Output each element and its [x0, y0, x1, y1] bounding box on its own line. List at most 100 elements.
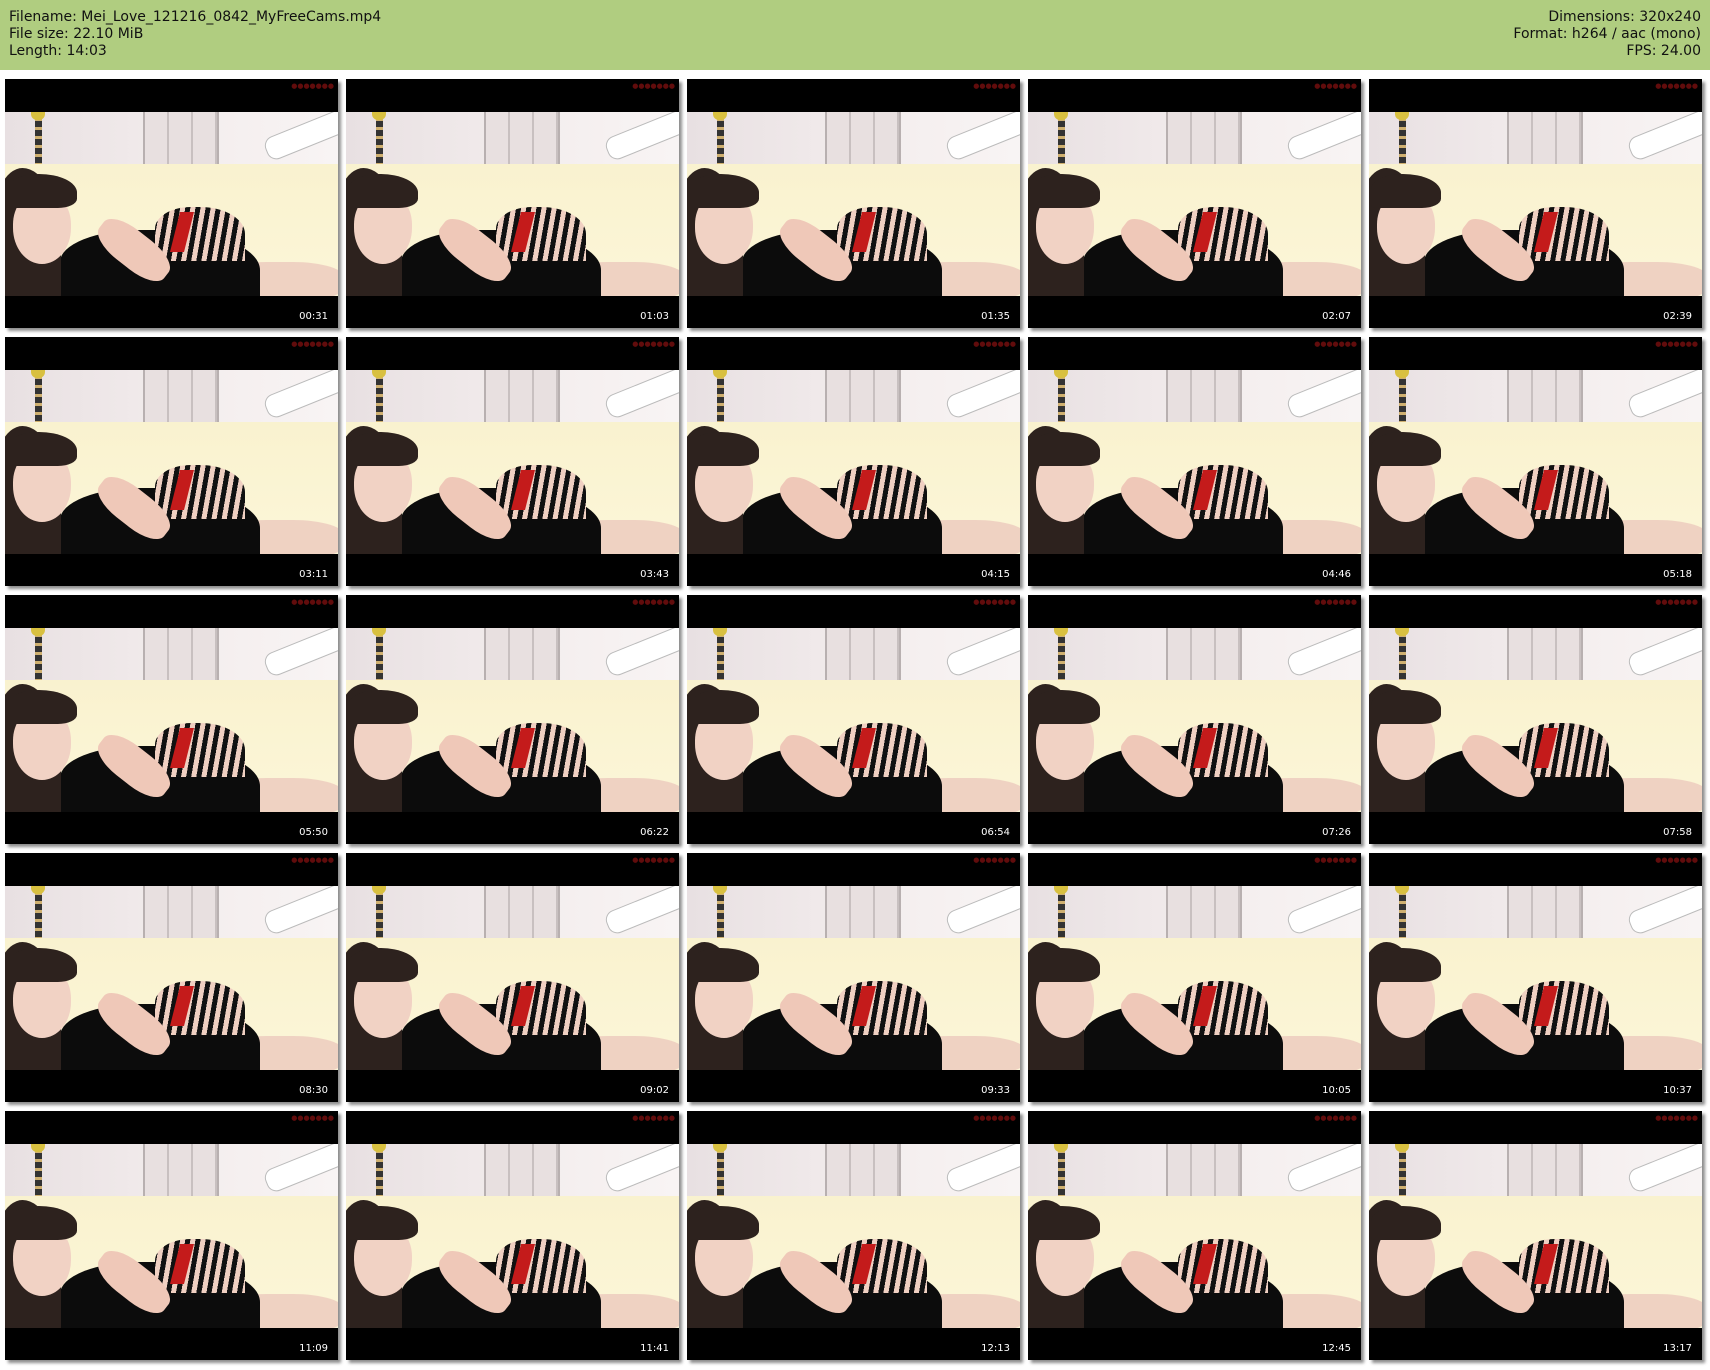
video-thumbnail[interactable]: ●●●●●●● 01:35	[687, 79, 1020, 328]
video-thumbnail[interactable]: ●●●●●●● 10:05	[1028, 853, 1361, 1102]
frame-shelf	[825, 370, 901, 430]
video-frame	[687, 370, 1020, 554]
video-thumbnail[interactable]: ●●●●●●● 06:22	[346, 595, 679, 844]
frame-pole	[717, 886, 724, 946]
frame-figure-fringe	[348, 174, 418, 208]
frame-figure-straps	[1178, 465, 1268, 519]
frame-figure-straps	[155, 981, 245, 1035]
metadata-header: Filename: Mei_Love_121216_0842_MyFreeCam…	[0, 0, 1710, 70]
video-frame	[687, 886, 1020, 1070]
thumbnail-timestamp: 12:45	[1322, 1343, 1351, 1354]
frame-pole	[1058, 370, 1065, 430]
frame-figure-straps	[496, 465, 586, 519]
video-thumbnail[interactable]: ●●●●●●● 12:45	[1028, 1111, 1361, 1360]
video-thumbnail[interactable]: ●●●●●●● 07:26	[1028, 595, 1361, 844]
thumbnail-timestamp: 11:41	[640, 1343, 669, 1354]
frame-figure-fringe	[7, 690, 77, 724]
frame-shelf	[1507, 112, 1583, 172]
video-thumbnail[interactable]: ●●●●●●● 02:07	[1028, 79, 1361, 328]
video-thumbnail[interactable]: ●●●●●●● 11:09	[5, 1111, 338, 1360]
fps-line: FPS: 24.00	[1626, 43, 1701, 59]
filename-line: Filename: Mei_Love_121216_0842_MyFreeCam…	[9, 9, 382, 25]
watermark-logo: ●●●●●●●	[973, 598, 1016, 606]
thumbnail-timestamp: 01:35	[981, 311, 1010, 322]
video-thumbnail[interactable]: ●●●●●●● 09:33	[687, 853, 1020, 1102]
video-thumbnail[interactable]: ●●●●●●● 06:54	[687, 595, 1020, 844]
frame-figure-fringe	[689, 432, 759, 466]
video-thumbnail[interactable]: ●●●●●●● 10:37	[1369, 853, 1702, 1102]
frame-figure-fringe	[7, 432, 77, 466]
thumbnail-timestamp: 06:54	[981, 827, 1010, 838]
watermark-logo: ●●●●●●●	[973, 856, 1016, 864]
frame-pole	[1058, 1144, 1065, 1204]
video-thumbnail[interactable]: ●●●●●●● 04:15	[687, 337, 1020, 586]
frame-figure-straps	[496, 723, 586, 777]
video-frame	[346, 112, 679, 296]
frame-pole	[1399, 1144, 1406, 1204]
frame-figure-straps	[496, 981, 586, 1035]
video-thumbnail[interactable]: ●●●●●●● 04:46	[1028, 337, 1361, 586]
video-thumbnail[interactable]: ●●●●●●● 07:58	[1369, 595, 1702, 844]
frame-pole	[717, 1144, 724, 1204]
video-thumbnail[interactable]: ●●●●●●● 00:31	[5, 79, 338, 328]
thumbnail-timestamp: 10:05	[1322, 1085, 1351, 1096]
video-frame	[1369, 370, 1702, 554]
video-thumbnail[interactable]: ●●●●●●● 12:13	[687, 1111, 1020, 1360]
frame-pole	[717, 628, 724, 688]
video-frame	[687, 112, 1020, 296]
video-thumbnail[interactable]: ●●●●●●● 08:30	[5, 853, 338, 1102]
video-thumbnail[interactable]: ●●●●●●● 03:43	[346, 337, 679, 586]
frame-shelf	[1507, 1144, 1583, 1204]
frame-pole	[1058, 886, 1065, 946]
frame-pole	[376, 370, 383, 430]
format-line: Format: h264 / aac (mono)	[1513, 26, 1701, 42]
video-thumbnail[interactable]: ●●●●●●● 01:03	[346, 79, 679, 328]
video-frame	[5, 628, 338, 812]
watermark-logo: ●●●●●●●	[291, 82, 334, 90]
frame-shelf	[1166, 628, 1242, 688]
thumbnail-timestamp: 13:17	[1663, 1343, 1692, 1354]
frame-pole	[376, 1144, 383, 1204]
video-thumbnail[interactable]: ●●●●●●● 05:18	[1369, 337, 1702, 586]
frame-pole	[376, 112, 383, 172]
frame-figure-straps	[837, 1239, 927, 1293]
frame-figure-fringe	[1371, 1206, 1441, 1240]
frame-shelf	[484, 112, 560, 172]
watermark-logo: ●●●●●●●	[1314, 340, 1357, 348]
video-frame	[346, 628, 679, 812]
file-size-line: File size: 22.10 MiB	[9, 26, 144, 42]
frame-figure-straps	[1519, 723, 1609, 777]
frame-figure-fringe	[1371, 948, 1441, 982]
video-thumbnail[interactable]: ●●●●●●● 09:02	[346, 853, 679, 1102]
frame-shelf	[825, 628, 901, 688]
frame-figure-straps	[496, 1239, 586, 1293]
video-frame	[1028, 628, 1361, 812]
video-frame	[346, 1144, 679, 1328]
video-frame	[1369, 628, 1702, 812]
thumbnail-timestamp: 05:50	[299, 827, 328, 838]
watermark-logo: ●●●●●●●	[632, 340, 675, 348]
frame-shelf	[825, 1144, 901, 1204]
watermark-logo: ●●●●●●●	[632, 82, 675, 90]
watermark-logo: ●●●●●●●	[1314, 856, 1357, 864]
video-thumbnail[interactable]: ●●●●●●● 05:50	[5, 595, 338, 844]
frame-figure-straps	[496, 207, 586, 261]
video-frame	[1369, 1144, 1702, 1328]
video-frame	[1028, 370, 1361, 554]
frame-pole	[35, 886, 42, 946]
video-frame	[5, 112, 338, 296]
frame-pole	[35, 628, 42, 688]
watermark-logo: ●●●●●●●	[1655, 340, 1698, 348]
video-thumbnail[interactable]: ●●●●●●● 11:41	[346, 1111, 679, 1360]
video-thumbnail[interactable]: ●●●●●●● 02:39	[1369, 79, 1702, 328]
frame-figure-fringe	[7, 174, 77, 208]
frame-shelf	[825, 886, 901, 946]
video-thumbnail[interactable]: ●●●●●●● 13:17	[1369, 1111, 1702, 1360]
thumbnail-timestamp: 04:15	[981, 569, 1010, 580]
watermark-logo: ●●●●●●●	[1655, 856, 1698, 864]
frame-shelf	[143, 112, 219, 172]
thumbnail-timestamp: 05:18	[1663, 569, 1692, 580]
frame-figure-fringe	[689, 174, 759, 208]
thumbnail-timestamp: 03:43	[640, 569, 669, 580]
video-thumbnail[interactable]: ●●●●●●● 03:11	[5, 337, 338, 586]
